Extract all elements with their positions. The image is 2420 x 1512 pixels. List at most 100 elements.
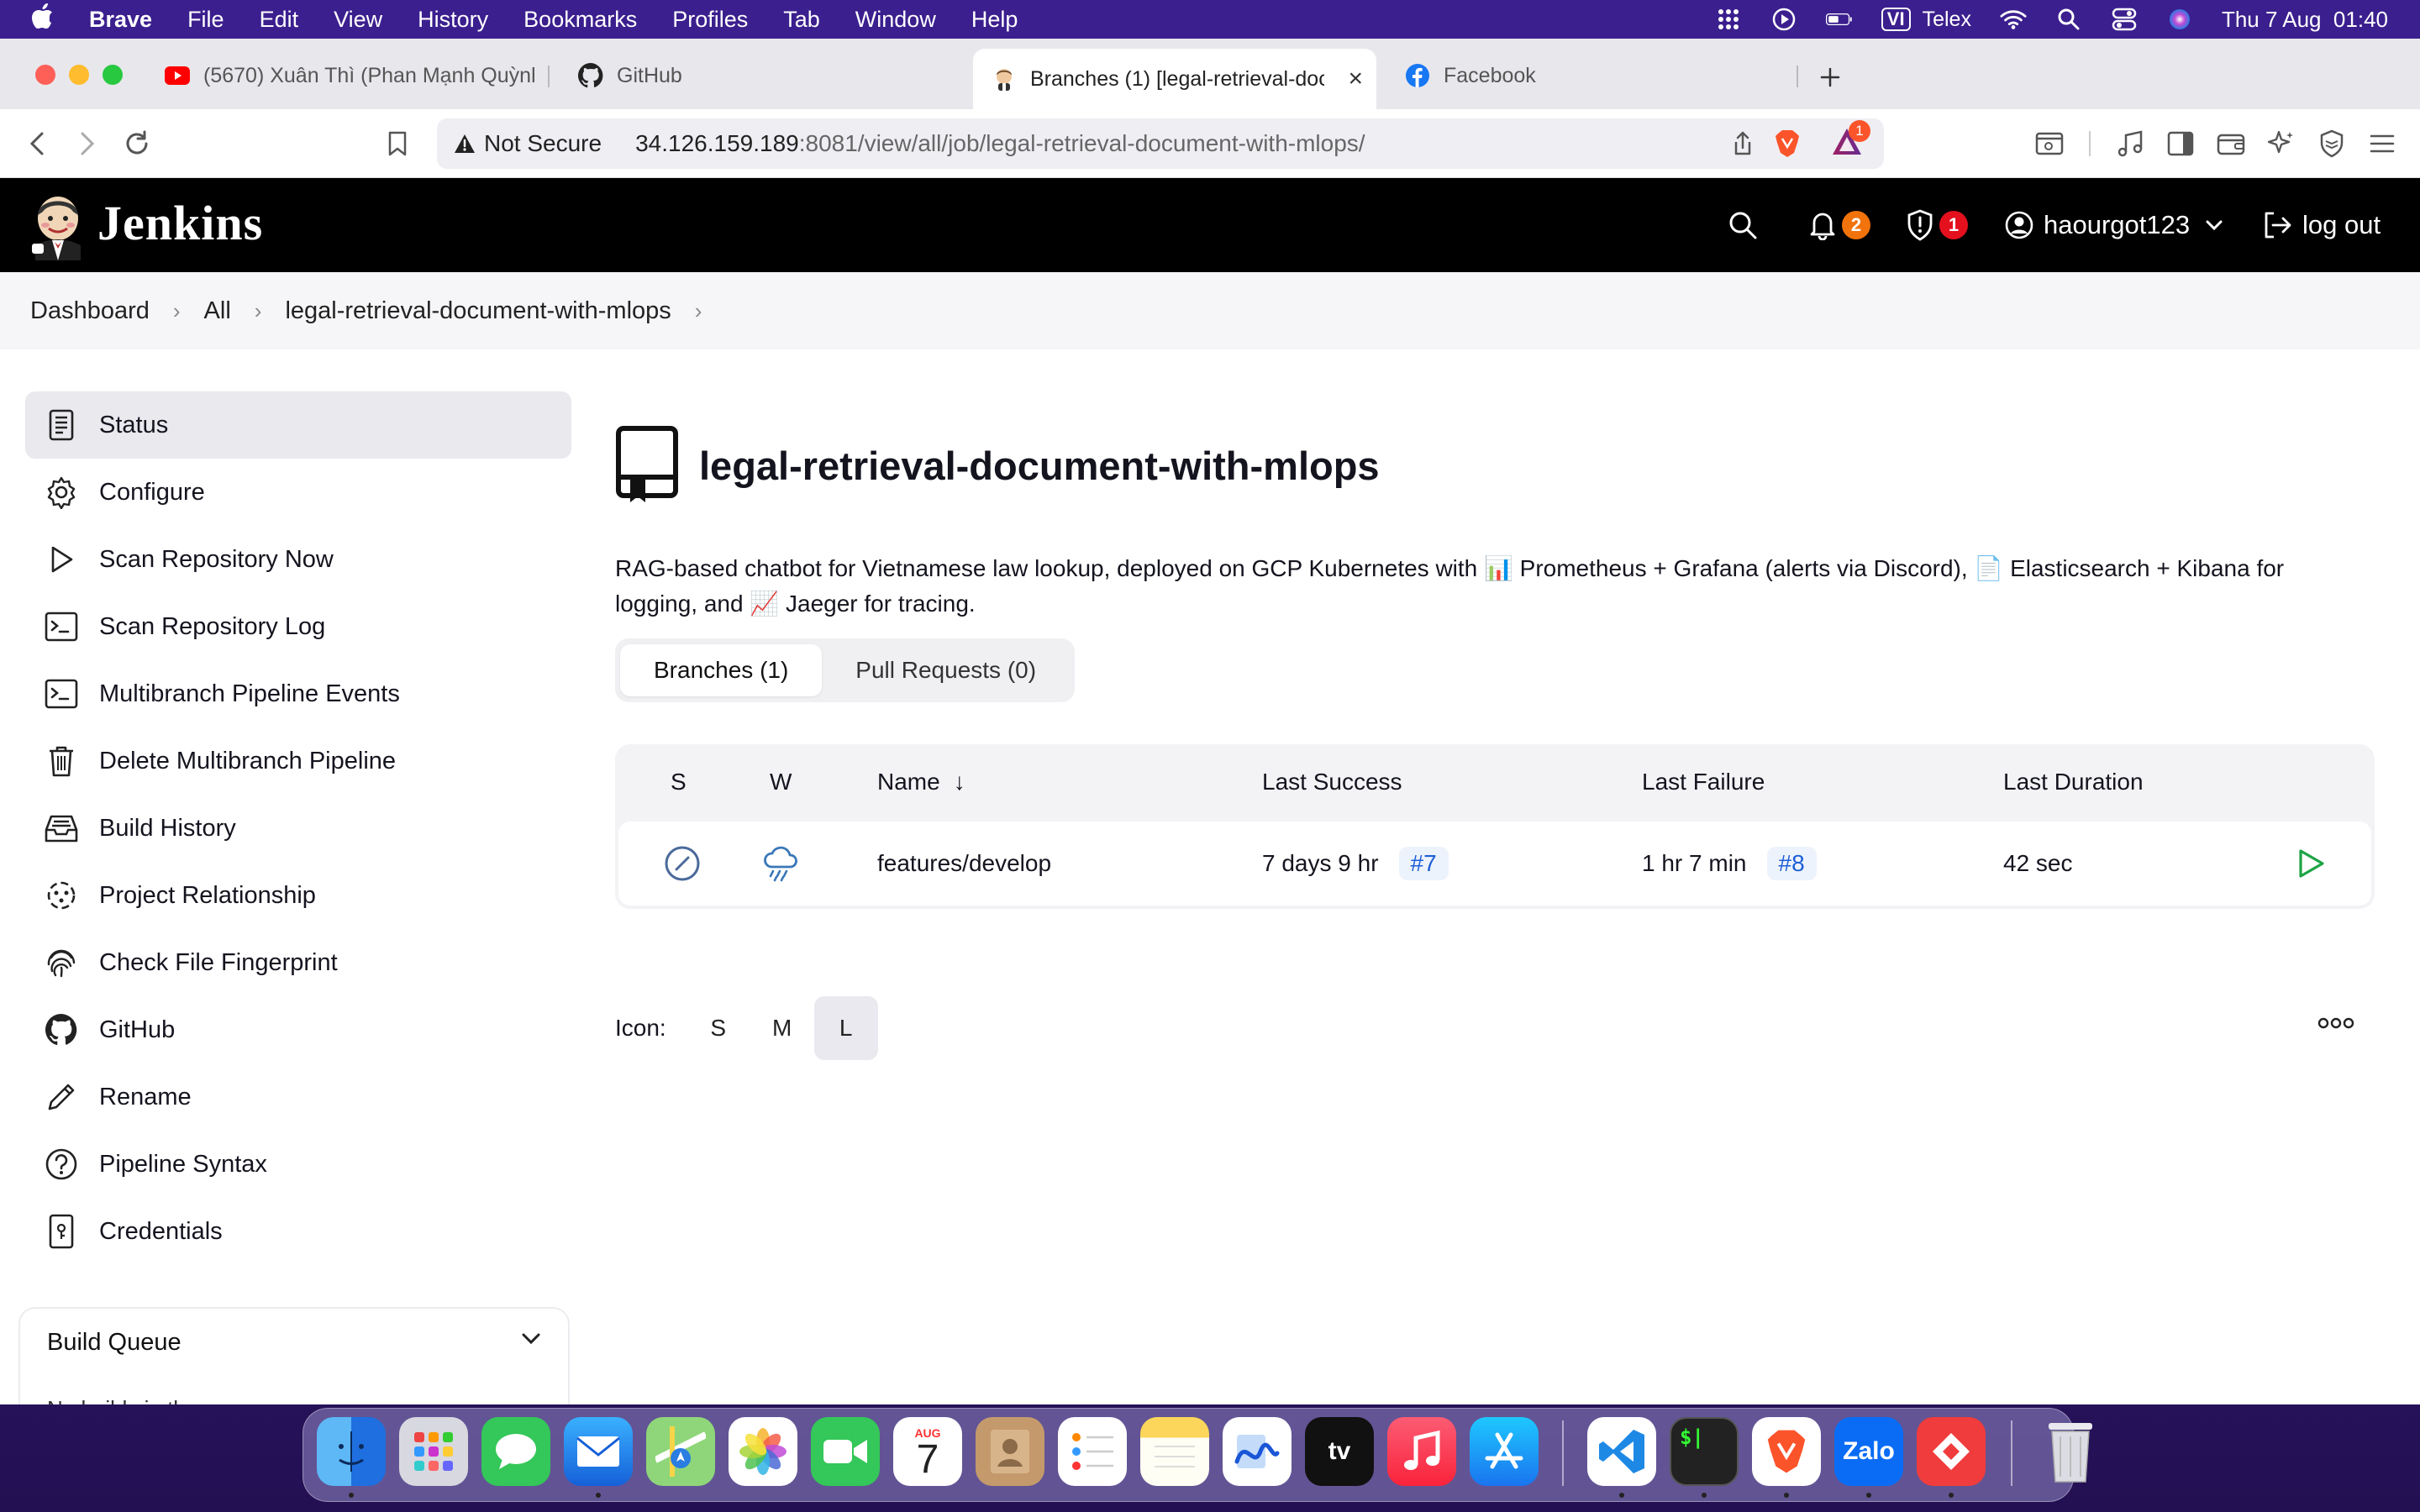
wifi-icon[interactable] — [2000, 8, 2027, 30]
breadcrumb-dashboard[interactable]: Dashboard — [30, 297, 150, 325]
leo-ai-button[interactable] — [2262, 124, 2301, 163]
menubar-clock[interactable]: Thu 7 Aug 01:40 — [2222, 7, 2388, 33]
facetime-icon[interactable] — [811, 1417, 880, 1486]
col-header-weather[interactable]: W — [770, 744, 792, 820]
sidebar-item-status[interactable]: Status — [25, 391, 571, 459]
menu-app-name[interactable]: Brave — [89, 7, 152, 33]
jenkins-logo-icon[interactable] — [30, 193, 86, 260]
menu-profiles[interactable]: Profiles — [672, 7, 748, 33]
brave-browser-icon[interactable] — [1752, 1417, 1821, 1486]
grid-dots-icon[interactable] — [1715, 8, 1742, 30]
weather-rain-icon[interactable] — [761, 822, 802, 906]
finder-icon[interactable] — [317, 1417, 386, 1486]
vscode-icon[interactable] — [1587, 1417, 1656, 1486]
tab-youtube[interactable]: (5670) Xuân Thì (Phan Mạnh Quỳnh) — [165, 49, 534, 102]
user-menu[interactable]: haourgot123 — [2005, 178, 2223, 272]
reload-button[interactable] — [118, 124, 156, 163]
breadcrumb-job[interactable]: legal-retrieval-document-with-mlops — [285, 297, 671, 325]
reader-mode-button[interactable] — [2030, 124, 2069, 163]
freeform-icon[interactable] — [1223, 1417, 1292, 1486]
sidebar-item-build-history[interactable]: Build History — [25, 795, 571, 862]
anydesk-icon[interactable] — [1917, 1417, 1986, 1486]
sidebar-item-github[interactable]: GitHub — [25, 996, 571, 1063]
sidebar-toggle-button[interactable] — [2161, 124, 2200, 163]
input-method[interactable]: VI Telex — [1881, 8, 1971, 32]
breadcrumb-separator-icon[interactable]: › — [255, 298, 262, 324]
app-store-icon[interactable] — [1470, 1417, 1539, 1486]
status-aborted-icon[interactable] — [664, 822, 701, 906]
brave-rewards-button[interactable]: 1 — [1830, 120, 1870, 160]
close-tab-icon[interactable]: × — [1334, 65, 1376, 93]
tab-github[interactable]: GitHub — [578, 49, 948, 102]
tab-jenkins-branches[interactable]: Branches (1) [legal-retrieval-document-w… — [973, 49, 1376, 109]
notifications-button[interactable]: 2 — [1808, 178, 1870, 272]
terminal-app-icon[interactable]: $| — [1670, 1417, 1739, 1486]
calendar-icon[interactable]: AUG 7 — [893, 1417, 962, 1486]
icon-size-l[interactable]: L — [813, 996, 878, 1060]
build-queue-title[interactable]: Build Queue — [47, 1329, 182, 1357]
reminders-icon[interactable] — [1058, 1417, 1127, 1486]
apple-tv-icon[interactable]: tv — [1305, 1417, 1374, 1486]
logout-button[interactable]: log out — [2262, 178, 2381, 272]
browser-menu-button[interactable] — [2363, 124, 2402, 163]
sidebar-item-credentials[interactable]: Credentials — [25, 1198, 571, 1265]
battery-icon[interactable] — [1825, 8, 1853, 30]
siri-icon[interactable] — [2166, 8, 2193, 30]
col-header-last-success[interactable]: Last Success — [1262, 744, 1402, 820]
zoom-window-button[interactable] — [103, 65, 123, 85]
sidebar-item-pipeline-events[interactable]: Multibranch Pipeline Events — [25, 660, 571, 727]
notes-icon[interactable] — [1140, 1417, 1209, 1486]
sidebar-item-fingerprint[interactable]: Check File Fingerprint — [25, 929, 571, 996]
col-header-status[interactable]: S — [671, 744, 687, 820]
trash-bin-icon[interactable] — [2036, 1417, 2105, 1486]
zalo-icon[interactable]: Zalo — [1834, 1417, 1903, 1486]
new-tab-button[interactable] — [1813, 60, 1847, 94]
contacts-icon[interactable] — [976, 1417, 1044, 1486]
media-play-icon[interactable] — [1770, 8, 1797, 31]
back-button[interactable] — [18, 124, 57, 163]
security-indicator[interactable]: Not Secure — [454, 130, 602, 157]
sidebar-item-scan-now[interactable]: Scan Repository Now — [25, 526, 571, 593]
launchpad-icon[interactable] — [399, 1417, 468, 1486]
brave-shields-icon[interactable] — [1773, 129, 1802, 165]
share-icon[interactable] — [1731, 130, 1754, 163]
sidebar-item-configure[interactable]: Configure — [25, 459, 571, 526]
breadcrumb-all[interactable]: All — [204, 297, 231, 325]
minimize-window-button[interactable] — [69, 65, 89, 85]
spotlight-search-icon[interactable] — [2055, 8, 2082, 30]
breadcrumb-separator-icon[interactable]: › — [173, 298, 181, 324]
menu-tab[interactable]: Tab — [783, 7, 820, 33]
menu-bookmarks[interactable]: Bookmarks — [523, 7, 637, 33]
icon-size-s[interactable]: S — [687, 996, 750, 1060]
menu-window[interactable]: Window — [855, 7, 936, 33]
address-bar[interactable]: Not Secure 34.126.159.189:8081/view/all/… — [437, 118, 1884, 169]
tab-facebook[interactable]: Facebook — [1405, 49, 1758, 102]
menu-history[interactable]: History — [418, 7, 488, 33]
music-button[interactable] — [2111, 124, 2149, 163]
control-center-icon[interactable] — [2111, 8, 2138, 31]
icon-size-m[interactable]: M — [750, 996, 814, 1060]
chevron-down-icon[interactable] — [521, 1332, 541, 1350]
mail-icon[interactable] — [564, 1417, 633, 1486]
sidebar-item-scan-log[interactable]: Scan Repository Log — [25, 593, 571, 660]
bookmark-button[interactable] — [378, 124, 417, 163]
col-header-last-duration[interactable]: Last Duration — [2003, 744, 2144, 820]
search-button[interactable] — [1728, 178, 1758, 272]
failure-build-link[interactable]: #8 — [1766, 847, 1817, 880]
wallet-button[interactable] — [2212, 124, 2250, 163]
col-header-last-failure[interactable]: Last Failure — [1642, 744, 1765, 820]
messages-icon[interactable] — [481, 1417, 550, 1486]
sidebar-item-rename[interactable]: Rename — [25, 1063, 571, 1131]
menu-file[interactable]: File — [187, 7, 224, 33]
breadcrumb-separator-icon[interactable]: › — [695, 298, 702, 324]
close-window-button[interactable] — [35, 65, 55, 85]
more-options-icon[interactable] — [2317, 1016, 2354, 1034]
apple-menu-icon[interactable] — [30, 3, 59, 36]
forward-button[interactable] — [67, 124, 106, 163]
branch-link[interactable]: features/develop — [877, 822, 1051, 906]
url-text[interactable]: 34.126.159.189:8081/view/all/job/legal-r… — [635, 130, 1365, 157]
security-alerts-button[interactable]: 1 — [1906, 178, 1968, 272]
jenkins-brand[interactable]: Jenkins — [97, 195, 263, 251]
col-header-name[interactable]: Name ↓ — [877, 744, 965, 820]
success-build-link[interactable]: #7 — [1398, 847, 1449, 880]
